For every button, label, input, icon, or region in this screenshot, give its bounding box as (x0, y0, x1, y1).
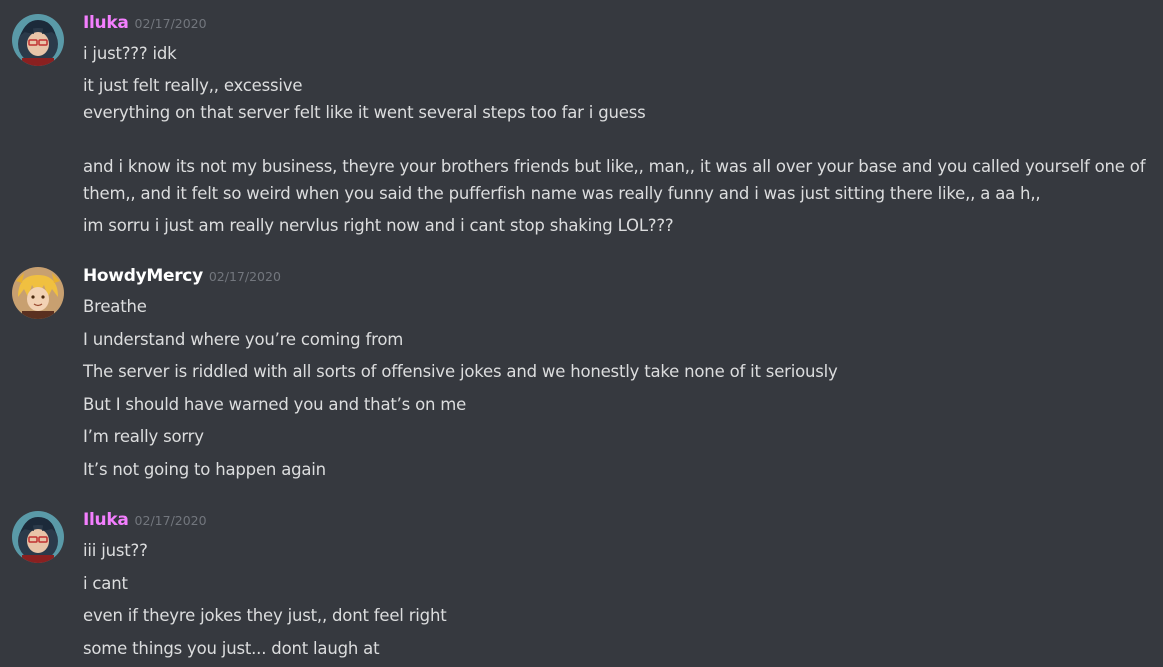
username[interactable]: Iluka (83, 13, 129, 33)
message-header: HowdyMercy 02/17/2020 (83, 266, 281, 286)
message-text: even if theyre jokes they just,, dont fe… (83, 606, 447, 625)
message-text: It’s not going to happen again (83, 460, 326, 479)
message-text: i cant (83, 574, 128, 593)
avatar[interactable] (12, 267, 64, 319)
message-text: I’m really sorry (83, 427, 204, 446)
message-text: The server is riddled with all sorts of … (83, 362, 838, 381)
avatar-icon (12, 14, 64, 66)
chat-message-list: Iluka 02/17/2020 i just??? idk it just fe… (0, 0, 1163, 667)
message-text: But I should have warned you and that’s … (83, 395, 467, 414)
message-text: Breathe (83, 297, 147, 316)
message-text: I understand where you’re coming from (83, 330, 404, 349)
message-text: im sorru i just am really nervlus right … (83, 216, 674, 235)
message-text: and i know its not my business, theyre y… (83, 157, 1146, 203)
username[interactable]: Iluka (83, 510, 129, 530)
timestamp: 02/17/2020 (134, 513, 207, 528)
message-text: it just felt really,, excessive (83, 76, 303, 95)
avatar[interactable] (12, 511, 64, 563)
message-text: i just??? idk (83, 44, 177, 63)
message-text: iii just?? (83, 541, 148, 560)
message-text: everything on that server felt like it w… (83, 103, 646, 122)
message-header: Iluka 02/17/2020 (83, 13, 207, 33)
message-header: Iluka 02/17/2020 (83, 510, 207, 530)
avatar[interactable] (12, 14, 64, 66)
avatar-icon (12, 511, 64, 563)
message-text: some things you just... dont laugh at (83, 639, 380, 658)
timestamp: 02/17/2020 (208, 269, 281, 284)
username[interactable]: HowdyMercy (83, 266, 203, 286)
timestamp: 02/17/2020 (134, 16, 207, 31)
avatar-icon (12, 267, 64, 319)
